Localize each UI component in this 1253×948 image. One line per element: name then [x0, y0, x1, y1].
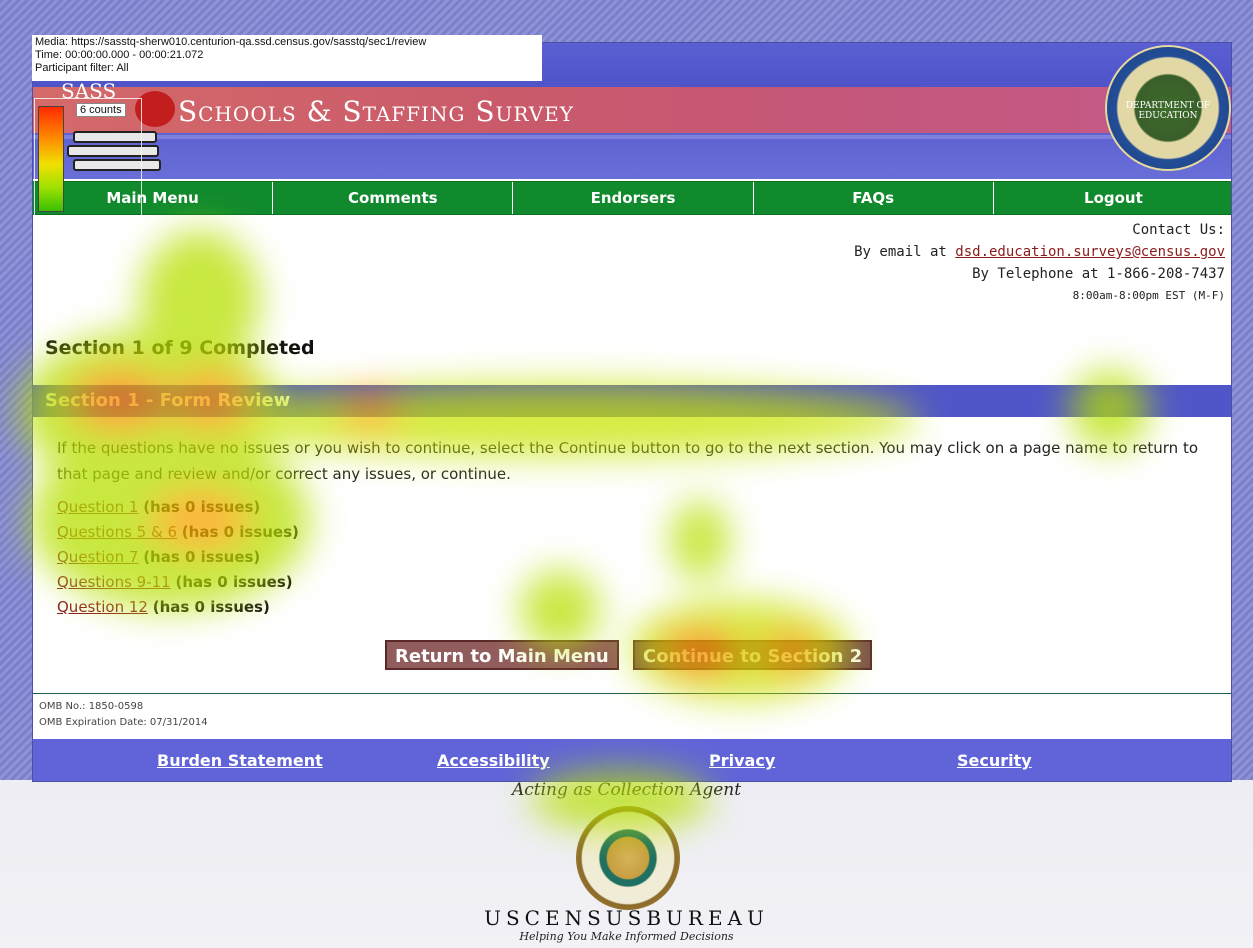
issue-count: (has 0 issues): [143, 548, 261, 566]
heatmap-legend: [38, 106, 64, 212]
question-link[interactable]: Question 1: [57, 498, 138, 516]
site-title: Schools & Staffing Survey: [178, 95, 574, 128]
divider: [33, 693, 1231, 694]
continue-button[interactable]: Continue to Section 2: [633, 640, 873, 670]
book-icon: [73, 131, 157, 143]
main-nav: Main Menu Comments Endorsers FAQs Logout: [33, 181, 1231, 215]
contact-heading: Contact Us:: [1132, 222, 1225, 238]
book-icon: [67, 145, 159, 157]
census-bureau-name: USCENSUSBUREAU: [484, 906, 769, 930]
privacy-link[interactable]: Privacy: [709, 751, 775, 770]
media-time: Time: 00:00:00.000 - 00:00:21.072: [35, 49, 204, 61]
nav-comments[interactable]: Comments: [273, 182, 514, 214]
question-link[interactable]: Questions 5 & 6: [57, 523, 177, 541]
question-link[interactable]: Question 7: [57, 548, 138, 566]
omb-expiration: OMB Expiration Date: 07/31/2014: [39, 717, 208, 728]
contact-hours: 8:00am-8:00pm EST (M-F): [1072, 289, 1225, 302]
instructions-text: If the questions have no issues or you w…: [57, 439, 1199, 483]
issue-count: (has 0 issues): [175, 573, 293, 591]
nav-main-menu[interactable]: Main Menu: [33, 182, 274, 214]
participant-filter: Participant filter: All: [35, 62, 129, 74]
heatmap-legend-label: 6 counts: [76, 103, 126, 117]
issue-count: (has 0 issues): [152, 598, 270, 616]
banner-stripe-thin: [33, 135, 1231, 139]
omb-info: OMB No.: 1850-0598 OMB Expiration Date: …: [39, 699, 208, 731]
accessibility-link[interactable]: Accessibility: [437, 751, 550, 770]
nav-endorsers[interactable]: Endorsers: [513, 182, 754, 214]
seal-text: DEPARTMENT OF EDUCATION: [1125, 101, 1211, 121]
burden-statement-link[interactable]: Burden Statement: [157, 751, 323, 770]
footer-links-bar: Burden Statement Accessibility Privacy S…: [33, 739, 1231, 781]
nav-faqs[interactable]: FAQs: [754, 182, 994, 214]
sass-logo-word: SASS: [61, 79, 117, 103]
question-list: Question 1 (has 0 issues) Questions 5 & …: [57, 495, 299, 620]
issue-count: (has 0 issues): [181, 523, 299, 541]
return-to-main-menu-button[interactable]: Return to Main Menu: [385, 640, 619, 670]
apple-icon: [135, 91, 175, 127]
section-title-bar: Section 1 - Form Review: [33, 385, 1231, 417]
collection-agent-text: Acting as Collection Agent: [511, 780, 742, 800]
book-icon: [73, 159, 161, 171]
question-link[interactable]: Question 12: [57, 598, 148, 616]
list-item: Questions 9-11 (has 0 issues): [57, 570, 299, 595]
media-info-box: Media: https://sasstq-sherw010.centurion…: [32, 35, 542, 81]
list-item: Questions 5 & 6 (has 0 issues): [57, 520, 299, 545]
section-status: Section 1 of 9 Completed: [45, 337, 315, 359]
contact-phone: By Telephone at 1-866-208-7437: [972, 266, 1225, 282]
nav-logout[interactable]: Logout: [994, 182, 1231, 214]
survey-page: SASS Schools & Staffing Survey DEPARTMEN…: [32, 42, 1232, 782]
issue-count: (has 0 issues): [143, 498, 261, 516]
security-link[interactable]: Security: [957, 751, 1032, 770]
contact-email-prefix: By email at: [854, 244, 956, 260]
list-item: Question 1 (has 0 issues): [57, 495, 299, 520]
contact-email-line: By email at dsd.education.surveys@census…: [854, 241, 1225, 263]
contact-email-link[interactable]: dsd.education.surveys@census.gov: [955, 244, 1225, 260]
department-of-education-seal: DEPARTMENT OF EDUCATION: [1105, 45, 1231, 171]
list-item: Question 7 (has 0 issues): [57, 545, 299, 570]
omb-number: OMB No.: 1850-0598: [39, 701, 144, 712]
media-url: Media: https://sasstq-sherw010.centurion…: [35, 36, 427, 48]
list-item: Question 12 (has 0 issues): [57, 595, 299, 620]
question-link[interactable]: Questions 9-11: [57, 573, 171, 591]
contact-block: Contact Us: By email at dsd.education.su…: [854, 219, 1225, 307]
census-bureau-tagline: Helping You Make Informed Decisions: [519, 930, 734, 943]
census-bureau-seal: [576, 806, 680, 910]
